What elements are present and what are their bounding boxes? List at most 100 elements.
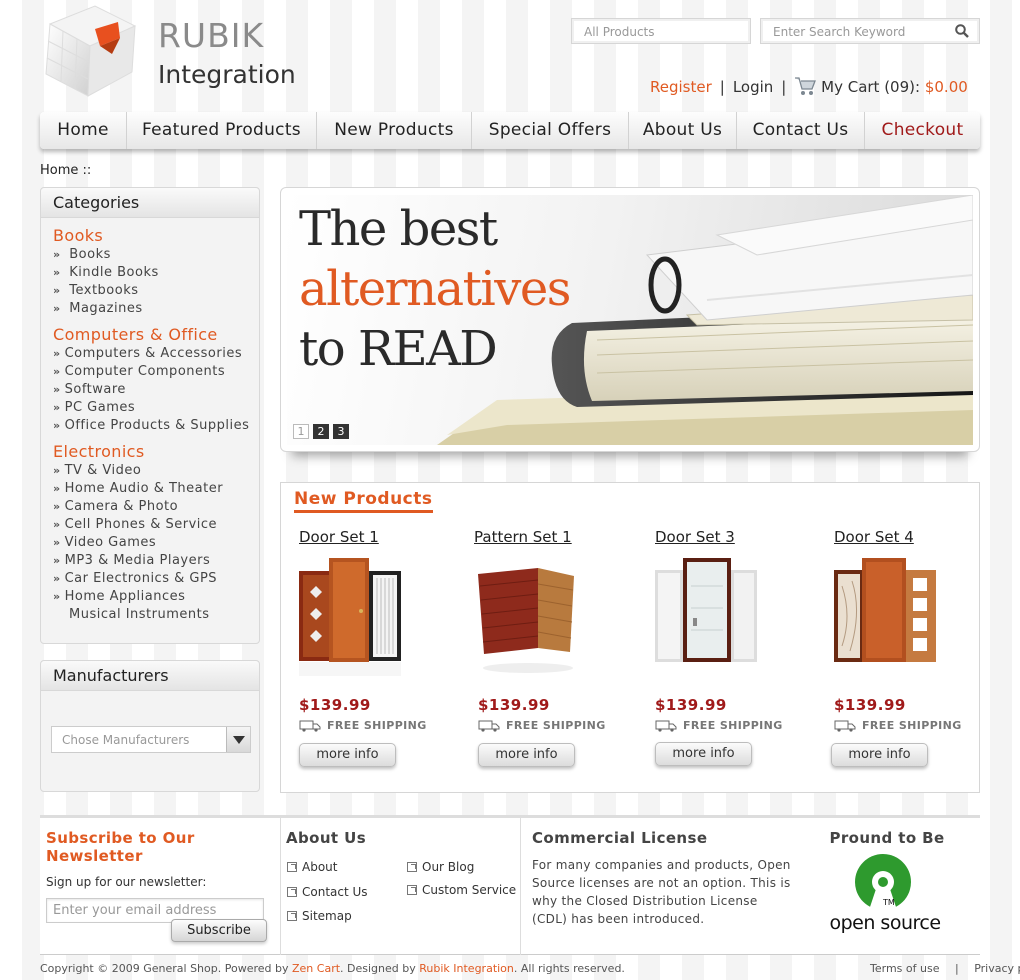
- more-info-button[interactable]: more info: [478, 743, 575, 767]
- product-image[interactable]: [478, 556, 588, 678]
- newsletter-title: Subscribe to Our Newsletter: [46, 829, 195, 865]
- truck-icon: [478, 720, 500, 732]
- slider-pagination: 1 2 3: [293, 424, 349, 439]
- category-item[interactable]: » Camera & Photo: [41, 498, 259, 516]
- newsletter-section: Subscribe to Our Newsletter Sign up for …: [46, 818, 280, 955]
- category-item[interactable]: » Magazines: [41, 300, 259, 318]
- category-item[interactable]: » MP3 & Media Players: [41, 552, 259, 570]
- nav-about-us[interactable]: About Us: [629, 112, 737, 149]
- footer-link-contact[interactable]: Contact Us: [287, 885, 368, 899]
- product-name[interactable]: Door Set 3: [655, 528, 815, 550]
- about-title: About Us: [286, 829, 367, 847]
- product-image[interactable]: [299, 556, 409, 678]
- category-item[interactable]: » Video Games: [41, 534, 259, 552]
- categories-panel: Categories Books » Books » Kindle Books …: [40, 187, 260, 644]
- footer-link-about[interactable]: About: [287, 860, 337, 874]
- more-info-button[interactable]: more info: [655, 742, 752, 766]
- hero-banner[interactable]: The best alternatives to READ 1 2 3: [287, 195, 973, 445]
- breadcrumb[interactable]: Home ::: [40, 163, 91, 178]
- cart-label[interactable]: My Cart (09):: [821, 78, 920, 96]
- nav-checkout[interactable]: Checkout: [865, 112, 980, 149]
- category-item[interactable]: » Home Audio & Theater: [41, 480, 259, 498]
- category-select[interactable]: All Products: [571, 18, 751, 44]
- category-item[interactable]: » Kindle Books: [41, 264, 259, 282]
- category-item[interactable]: » TV & Video: [41, 462, 259, 480]
- truck-icon: [834, 720, 856, 732]
- footer-link-custom-service[interactable]: Custom Service: [407, 883, 516, 897]
- category-item[interactable]: » Home Appliances: [41, 588, 259, 606]
- license-title: Commercial License: [532, 829, 708, 847]
- category-item[interactable]: » Textbooks: [41, 282, 259, 300]
- more-info-button[interactable]: more info: [831, 743, 928, 767]
- product-price: $139.99: [299, 696, 371, 714]
- product-card: Pattern Set 1 $139.99 FREE SHIPPING more…: [474, 528, 638, 767]
- category-item[interactable]: » PC Games: [41, 399, 259, 417]
- category-group-electronics[interactable]: Electronics: [53, 442, 259, 462]
- slide-dot-3[interactable]: 3: [333, 424, 349, 439]
- product-card: Door Set 1 $139.99 FREE SHIPPING more in…: [299, 528, 459, 767]
- cart-icon[interactable]: [794, 76, 817, 96]
- banner-line-1: The best: [299, 201, 498, 257]
- nav-featured-products[interactable]: Featured Products: [127, 112, 317, 149]
- terms-link[interactable]: Terms of use: [870, 962, 939, 975]
- slide-dot-2[interactable]: 2: [313, 424, 329, 439]
- footer-link-blog[interactable]: Our Blog: [407, 860, 474, 874]
- banner-line-3: to READ: [299, 321, 498, 377]
- rubik-integration-link[interactable]: Rubik Integration: [419, 962, 514, 975]
- rubik-cube-logo[interactable]: [40, 4, 140, 98]
- free-shipping: FREE SHIPPING: [299, 719, 459, 732]
- nav-special-offers[interactable]: Special Offers: [472, 112, 629, 149]
- open-source-text: open source: [829, 912, 941, 934]
- zen-cart-link[interactable]: Zen Cart: [292, 962, 340, 975]
- about-section: About Us About Our Blog Contact Us Custo…: [280, 818, 520, 955]
- proud-section: Pround to Be TM open source: [820, 818, 980, 955]
- category-item[interactable]: » Software: [41, 381, 259, 399]
- external-link-icon: [287, 862, 297, 872]
- category-item[interactable]: Musical Instruments: [41, 606, 259, 624]
- product-name[interactable]: Door Set 1: [299, 528, 459, 550]
- more-info-button[interactable]: more info: [299, 743, 396, 767]
- category-group-books[interactable]: Books: [53, 226, 259, 246]
- product-name[interactable]: Door Set 4: [834, 528, 994, 550]
- copyright: Copyright © 2009 General Shop. Powered b…: [40, 962, 625, 975]
- product-image[interactable]: [834, 556, 944, 678]
- footer: Subscribe to Our Newsletter Sign up for …: [40, 815, 980, 955]
- category-item[interactable]: » Books: [41, 246, 259, 264]
- proud-title: Pround to Be: [829, 829, 945, 847]
- category-item[interactable]: » Computer Components: [41, 363, 259, 381]
- product-price: $139.99: [478, 696, 550, 714]
- cart-total: $0.00: [924, 78, 968, 96]
- newsletter-text: Sign up for our newsletter:: [46, 875, 207, 889]
- nav-new-products[interactable]: New Products: [317, 112, 472, 149]
- footer-link-sitemap[interactable]: Sitemap: [287, 909, 352, 923]
- open-source-logo[interactable]: TM open source: [790, 853, 980, 934]
- trademark-mark: TM: [883, 898, 895, 907]
- product-image[interactable]: [655, 556, 765, 678]
- nav-home[interactable]: Home: [40, 112, 127, 149]
- slide-dot-1[interactable]: 1: [293, 424, 309, 439]
- search-icon[interactable]: [955, 24, 969, 38]
- category-item[interactable]: » Cell Phones & Service: [41, 516, 259, 534]
- email-placeholder: Enter your email address: [53, 903, 217, 918]
- register-link[interactable]: Register: [650, 78, 712, 96]
- dropdown-arrow-icon[interactable]: [226, 727, 250, 752]
- search-input[interactable]: Enter Search Keyword: [760, 18, 980, 44]
- free-shipping: FREE SHIPPING: [478, 719, 638, 732]
- login-link[interactable]: Login: [733, 78, 773, 96]
- manufacturers-title: Manufacturers: [41, 661, 259, 691]
- category-item[interactable]: » Office Products & Supplies: [41, 417, 259, 435]
- category-item[interactable]: » Computers & Accessories: [41, 345, 259, 363]
- privacy-link[interactable]: Privacy po: [974, 962, 1020, 975]
- nav-contact-us[interactable]: Contact Us: [737, 112, 865, 149]
- search-placeholder: Enter Search Keyword: [773, 25, 906, 39]
- truck-icon: [655, 720, 677, 732]
- product-card: Door Set 4 $139.99 FREE SHIPPING more in…: [831, 528, 994, 767]
- manufacturers-select[interactable]: Chose Manufacturers: [51, 726, 251, 753]
- category-item[interactable]: » Car Electronics & GPS: [41, 570, 259, 588]
- license-text: For many companies and products, Open So…: [532, 858, 791, 926]
- subscribe-button[interactable]: Subscribe: [171, 919, 267, 942]
- category-group-computers[interactable]: Computers & Office: [53, 325, 259, 345]
- external-link-icon: [407, 862, 417, 872]
- product-name[interactable]: Pattern Set 1: [474, 528, 638, 550]
- truck-icon: [299, 720, 321, 732]
